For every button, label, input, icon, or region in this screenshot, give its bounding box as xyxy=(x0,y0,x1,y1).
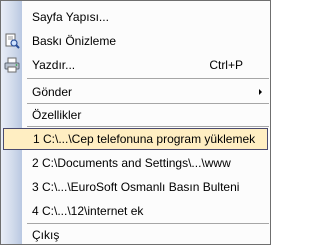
menu-item-shortcut: Ctrl+P xyxy=(209,58,243,72)
recent-file-1[interactable]: 1 C:\...\Cep telefonuna program yüklemek xyxy=(3,128,268,150)
menu-item-label: 3 C:\...\EuroSoft Osmanlı Basın Bulteni xyxy=(32,180,240,194)
file-menu: Sayfa Yapısı... Baskı Önizleme Yazdır...… xyxy=(0,0,271,245)
menu-item-label: Gönder xyxy=(32,85,73,99)
menu-item-print[interactable]: Yazdır... Ctrl+P xyxy=(1,54,270,76)
menu-item-properties[interactable]: Özellikler xyxy=(1,104,270,126)
menu-item-label: Baskı Önizleme xyxy=(32,34,117,48)
menu-item-label: Çıkış xyxy=(32,228,60,242)
submenu-arrow-icon xyxy=(259,89,262,95)
print-preview-icon xyxy=(4,33,20,49)
menu-item-page-setup[interactable]: Sayfa Yapısı... xyxy=(1,6,270,28)
menu-item-label: Özellikler xyxy=(32,108,82,122)
menu-item-label: Yazdır... xyxy=(32,58,76,72)
menu-separator xyxy=(27,126,269,127)
menu-item-label: 2 C:\Documents and Settings\...\www xyxy=(32,156,231,170)
menu-item-send-to[interactable]: Gönder xyxy=(1,81,270,103)
menu-item-label: Sayfa Yapısı... xyxy=(32,10,109,24)
menu-item-exit[interactable]: Çıkış xyxy=(1,224,270,246)
menu-item-label: 4 C:\...\12\internet ek xyxy=(32,204,144,218)
menu-separator xyxy=(27,78,269,79)
menu-item-label: 1 C:\...\Cep telefonuna program yüklemek xyxy=(33,132,256,146)
recent-file-2[interactable]: 2 C:\Documents and Settings\...\www xyxy=(1,152,270,174)
recent-file-4[interactable]: 4 C:\...\12\internet ek xyxy=(1,200,270,222)
recent-file-3[interactable]: 3 C:\...\EuroSoft Osmanlı Basın Bulteni xyxy=(1,176,270,198)
menu-item-print-preview[interactable]: Baskı Önizleme xyxy=(1,30,270,52)
printer-icon xyxy=(4,57,20,73)
